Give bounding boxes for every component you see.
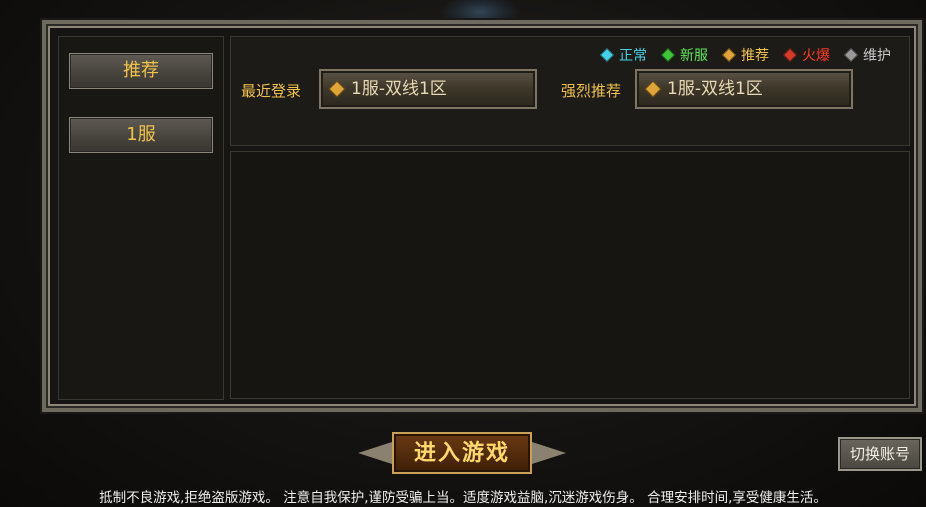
recommended-server-name: 1服-双线1区: [667, 79, 763, 99]
switch-account-button[interactable]: 切换账号: [838, 437, 922, 471]
enter-game-label: 进入游戏: [392, 432, 532, 474]
diamond-icon: [599, 47, 615, 63]
legend-label: 正常: [619, 48, 647, 64]
legend-new: 新服: [660, 45, 708, 65]
legend-label: 推荐: [741, 48, 769, 64]
recent-server-button[interactable]: 1服-双线1区: [319, 69, 537, 109]
recommended-diamond-icon: [328, 80, 346, 98]
legend-normal: 正常: [599, 45, 647, 65]
enter-game-button[interactable]: 进入游戏: [356, 428, 568, 478]
recommended-diamond-icon: [644, 80, 662, 98]
diamond-icon: [843, 47, 859, 63]
legend-label: 维护: [863, 48, 891, 64]
status-legend: 正常 新服 推荐 火爆 维护: [599, 45, 891, 65]
sidebar-item-server-1[interactable]: 1服: [69, 117, 213, 153]
diamond-icon: [782, 47, 798, 63]
legend-hot: 火爆: [782, 45, 830, 65]
sidebar-item-recommended[interactable]: 推荐: [69, 53, 213, 89]
strong-recommend-label: 强烈推荐: [561, 82, 622, 100]
legend-label: 新服: [680, 48, 708, 64]
diamond-icon: [660, 47, 676, 63]
recent-login-label: 最近登录: [241, 82, 302, 100]
right-wing-ornament: [532, 442, 566, 464]
server-info-bar: 正常 新服 推荐 火爆 维护 最近登录 1服-双线1区 强烈推荐 1服-双线1区: [230, 36, 910, 146]
legend-maintenance: 维护: [843, 45, 891, 65]
legend-recommended: 推荐: [721, 45, 769, 65]
health-notice: 抵制不良游戏,拒绝盗版游戏。 注意自我保护,谨防受骗上当。适度游戏益脑,沉迷游戏…: [99, 490, 827, 506]
left-wing-ornament: [358, 442, 392, 464]
server-list-panel: [230, 151, 910, 399]
server-group-sidebar: 推荐 1服: [58, 36, 224, 400]
recommended-server-button[interactable]: 1服-双线1区: [635, 69, 853, 109]
diamond-icon: [721, 47, 737, 63]
legend-label: 火爆: [802, 48, 830, 64]
recent-server-name: 1服-双线1区: [351, 79, 447, 99]
